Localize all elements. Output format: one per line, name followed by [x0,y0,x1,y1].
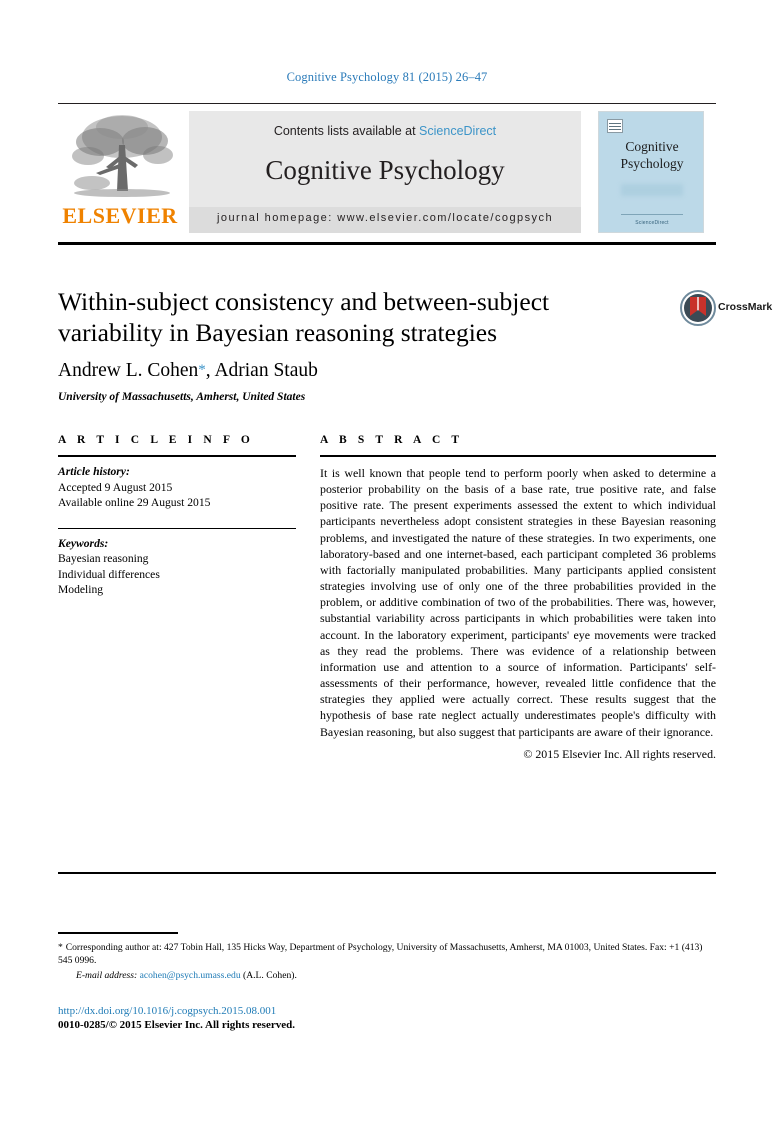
article-title-block: Within-subject consistency and between-s… [58,286,716,403]
masthead-top-rule [58,103,716,104]
journal-title: Cognitive Psychology [265,155,505,185]
abstract-heading: A B S T R A C T [320,434,464,446]
keywords-group: Keywords: Bayesian reasoning Individual … [58,536,296,598]
abstract-close-rule [58,872,716,874]
article-history-online: Available online 29 August 2015 [58,496,211,509]
email-link[interactable]: acohen@psych.umass.edu [140,970,241,981]
article-history: Article history: Accepted 9 August 2015 … [58,464,296,511]
keyword-item: Individual differences [58,567,160,581]
cover-journal-title: Cognitive Psychology [620,139,684,171]
cover-publisher-icon [607,119,623,133]
doi-link[interactable]: http://dx.doi.org/10.1016/j.cogpsych.201… [58,1005,716,1017]
author-secondary: , Adrian Staub [205,360,318,381]
crossmark-badge-icon [680,290,716,326]
author-affiliation: University of Massachusetts, Amherst, Un… [58,391,306,403]
running-head: Cognitive Psychology 81 (2015) 26–47 [286,70,488,84]
author-primary: Andrew L. Cohen [58,360,199,381]
article-history-accepted: Accepted 9 August 2015 [58,480,173,494]
corresponding-author-marker[interactable]: * [198,362,206,378]
article-info-rule [58,455,296,457]
author-list: Andrew L. Cohen*, Adrian Staub [58,360,716,382]
abstract-copyright: © 2015 Elsevier Inc. All rights reserved… [523,746,716,761]
corresponding-author-note-text: Corresponding author at: 427 Tobin Hall,… [58,941,703,966]
elsevier-tree-icon [66,111,178,203]
contents-prefix: Contents lists available at [273,124,420,138]
keyword-item: Bayesian reasoning [58,552,149,565]
crossmark-badge[interactable]: CrossMark [680,290,772,326]
footnote-divider [58,932,178,934]
keyword-item: Modeling [58,583,104,596]
email-note: E-mail address: acohen@psych.umass.edu (… [76,970,716,981]
keywords-rule [58,527,296,529]
cover-divider [621,214,683,215]
corresponding-author-note: * Corresponding author at: 427 Tobin Hal… [58,941,716,967]
journal-article-page: Cognitive Psychology 81 (2015) 26–47 ELS… [0,0,780,1134]
article-history-label: Article history: [58,465,130,478]
masthead-bottom-rule [58,242,716,245]
article-info-heading: A R T I C L E I N F O [58,434,254,446]
page-title: Within-subject consistency and between-s… [58,287,550,347]
email-suffix: (A.L. Cohen). [240,970,297,981]
journal-masthead: ELSEVIER Contents lists available at Sci… [58,103,716,233]
journal-homepage-link[interactable]: journal homepage: www.elsevier.com/locat… [189,212,581,224]
journal-cover-thumbnail[interactable]: Cognitive Psychology ScienceDirect [598,111,704,233]
abstract-rule [320,455,716,457]
abstract-body: It is well known that people tend to per… [320,466,716,739]
journal-homepage-band: journal homepage: www.elsevier.com/locat… [189,207,581,233]
email-label: E-mail address: [76,970,138,981]
sciencedirect-link[interactable]: ScienceDirect [419,124,496,138]
cover-sciencedirect-label: ScienceDirect [635,220,669,226]
keywords-label: Keywords: [58,536,109,550]
crossmark-label: CrossMark [718,301,773,313]
cover-image-placeholder [621,184,683,196]
elsevier-logo: ELSEVIER [58,111,182,233]
contents-available-line: Contents lists available at ScienceDirec… [189,124,581,138]
issn-copyright-line: 0010-0285/© 2015 Elsevier Inc. All right… [58,1019,295,1031]
elsevier-wordmark: ELSEVIER [62,203,178,228]
abstract-column: A B S T R A C T It is well known that pe… [320,434,716,762]
journal-banner: Contents lists available at ScienceDirec… [189,111,581,233]
article-info-column: A R T I C L E I N F O Article history: A… [58,434,296,598]
page-footer: * Corresponding author at: 427 Tobin Hal… [58,932,716,1031]
